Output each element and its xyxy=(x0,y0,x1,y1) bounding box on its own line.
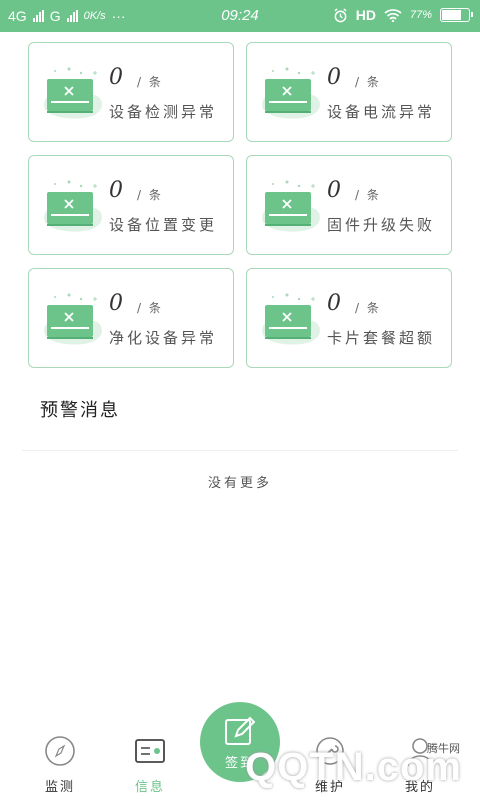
watermark: 腾牛网 QQTN.com xyxy=(245,736,472,796)
alert-unit: / 条 xyxy=(355,301,381,315)
alert-unit: / 条 xyxy=(137,188,163,202)
alert-label: 净化设备异常 xyxy=(109,329,218,347)
alert-label: 设备电流异常 xyxy=(327,103,436,121)
alert-card[interactable]: 0 / 条 设备检测异常 xyxy=(28,42,234,142)
compass-icon xyxy=(45,736,75,766)
device-error-icon xyxy=(262,67,320,119)
section-title-alerts: 预警消息 xyxy=(40,400,120,421)
battery-icon xyxy=(440,8,473,22)
alert-count: 0 xyxy=(109,65,123,90)
device-error-icon xyxy=(262,180,320,232)
nav-label-info: 信息 xyxy=(134,780,165,795)
watermark-logo: QQTN.com xyxy=(245,745,462,789)
battery-percent: 77% xyxy=(409,9,432,21)
alarm-icon xyxy=(334,7,347,22)
alert-label: 卡片套餐超额 xyxy=(327,329,436,347)
alert-label: 固件升级失败 xyxy=(327,216,436,234)
alert-count: 0 xyxy=(327,65,341,90)
message-card-icon xyxy=(135,739,165,763)
wifi-icon xyxy=(384,9,402,22)
alert-card[interactable]: 0 / 条 设备电流异常 xyxy=(246,42,452,142)
alert-card[interactable]: 0 / 条 净化设备异常 xyxy=(28,268,234,368)
alert-card[interactable]: 0 / 条 固件升级失败 xyxy=(246,155,452,255)
alert-label: 设备检测异常 xyxy=(109,103,218,121)
status-bar: 4G G 0K/s ··· 09:24 HD 77% xyxy=(0,0,480,32)
alert-count: 0 xyxy=(327,178,341,203)
alert-count: 0 xyxy=(109,291,123,316)
alert-unit: / 条 xyxy=(355,188,381,202)
alert-card[interactable]: 0 / 条 卡片套餐超额 xyxy=(246,268,452,368)
nav-tab-info[interactable]: 信息 xyxy=(120,734,180,795)
device-error-icon xyxy=(262,293,320,345)
alert-card[interactable]: 0 / 条 设备位置变更 xyxy=(28,155,234,255)
nav-label-monitor: 监测 xyxy=(44,780,75,795)
divider xyxy=(22,450,458,451)
alert-count: 0 xyxy=(327,291,341,316)
device-error-icon xyxy=(44,293,102,345)
status-right: HD 77% xyxy=(333,7,473,23)
alert-count: 0 xyxy=(109,178,123,203)
alert-unit: / 条 xyxy=(137,301,163,315)
alert-unit: / 条 xyxy=(355,75,381,89)
alert-unit: / 条 xyxy=(137,75,163,89)
hd-indicator: HD xyxy=(355,7,376,23)
alert-label: 设备位置变更 xyxy=(109,216,218,234)
device-error-icon xyxy=(44,67,102,119)
nav-tab-monitor[interactable]: 监测 xyxy=(30,734,90,795)
no-more-text: 没有更多 xyxy=(207,476,272,491)
device-error-icon xyxy=(44,180,102,232)
